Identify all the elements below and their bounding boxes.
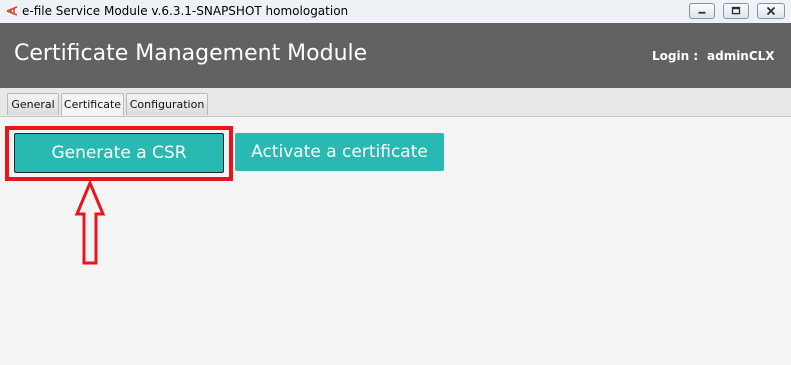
up-arrow-annotation-icon (74, 180, 106, 265)
window-title-bar: e-file Service Module v.6.3.1-SNAPSHOT h… (0, 0, 791, 24)
maximize-icon (731, 6, 741, 15)
highlight-box (5, 126, 233, 181)
login-username: adminCLX (707, 49, 775, 63)
tab-general[interactable]: General (7, 93, 59, 115)
maximize-button[interactable] (723, 3, 749, 19)
tab-bar: General Certificate Configuration (0, 88, 791, 117)
activate-certificate-button[interactable]: Activate a certificate (235, 133, 444, 171)
minimize-button[interactable] (689, 3, 715, 19)
window-title: e-file Service Module v.6.3.1-SNAPSHOT h… (22, 4, 349, 18)
app-logo-icon (6, 6, 18, 16)
login-label: Login : (652, 49, 699, 63)
tab-configuration[interactable]: Configuration (126, 93, 208, 115)
module-header: Certificate Management Module Login : ad… (0, 23, 791, 88)
close-icon (766, 6, 776, 16)
tab-certificate[interactable]: Certificate (61, 93, 124, 116)
page-title: Certificate Management Module (14, 41, 368, 66)
close-button[interactable] (757, 3, 785, 19)
minimize-icon (698, 11, 706, 14)
